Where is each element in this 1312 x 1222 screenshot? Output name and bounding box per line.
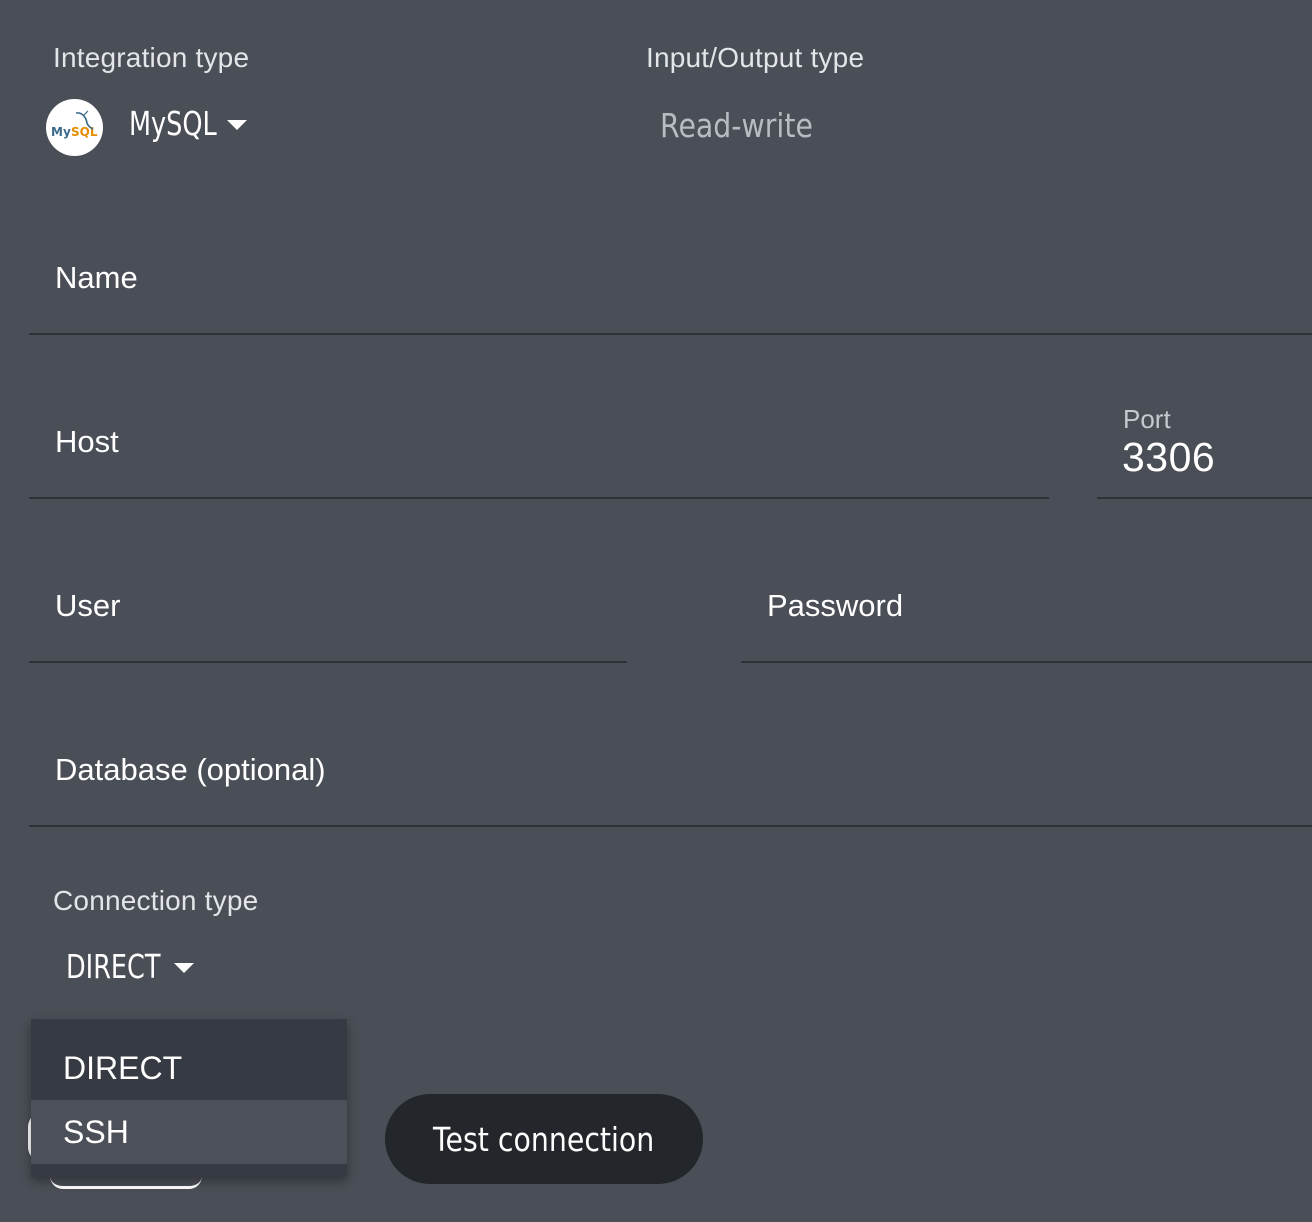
save-button-edge-bottom[interactable] — [50, 1176, 202, 1189]
password-field[interactable]: Password — [741, 578, 1312, 663]
integration-type-value: MySQL — [129, 104, 217, 143]
port-label: Port — [1123, 404, 1171, 434]
connection-type-label: Connection type — [53, 885, 259, 916]
svg-text:My: My — [51, 125, 71, 139]
integration-type-select[interactable]: MySQL — [129, 104, 247, 143]
database-field[interactable]: Database (optional) — [29, 742, 1312, 827]
connection-type-value: DIRECT — [66, 947, 161, 986]
user-field[interactable]: User — [29, 578, 627, 663]
test-connection-button[interactable]: Test connection — [385, 1094, 703, 1184]
user-label: User — [55, 588, 121, 623]
connection-type-select[interactable]: DIRECT — [66, 947, 194, 986]
menu-item-direct[interactable]: DIRECT — [31, 1036, 347, 1100]
host-label: Host — [55, 424, 119, 459]
mysql-logo-icon: My SQL — [46, 99, 103, 156]
io-type-value: Read-write — [660, 106, 813, 145]
connection-type-menu: DIRECT SSH — [31, 1019, 347, 1177]
io-type-label: Input/Output type — [646, 42, 865, 73]
host-field[interactable]: Host — [29, 414, 1049, 499]
chevron-down-icon — [173, 962, 194, 973]
name-label: Name — [55, 260, 138, 295]
port-field[interactable]: Port 3306 — [1097, 398, 1312, 499]
integration-type-label: Integration type — [53, 42, 250, 73]
password-label: Password — [767, 588, 904, 623]
chevron-down-icon — [226, 119, 247, 130]
port-value: 3306 — [1122, 434, 1216, 480]
integration-form: Integration type My SQL MySQL Input/Outp… — [0, 0, 1312, 1222]
svg-text:SQL: SQL — [71, 125, 98, 139]
menu-item-ssh[interactable]: SSH — [31, 1100, 347, 1164]
test-connection-label: Test connection — [433, 1119, 655, 1159]
name-field[interactable]: Name — [29, 250, 1312, 335]
database-label: Database (optional) — [55, 752, 326, 787]
